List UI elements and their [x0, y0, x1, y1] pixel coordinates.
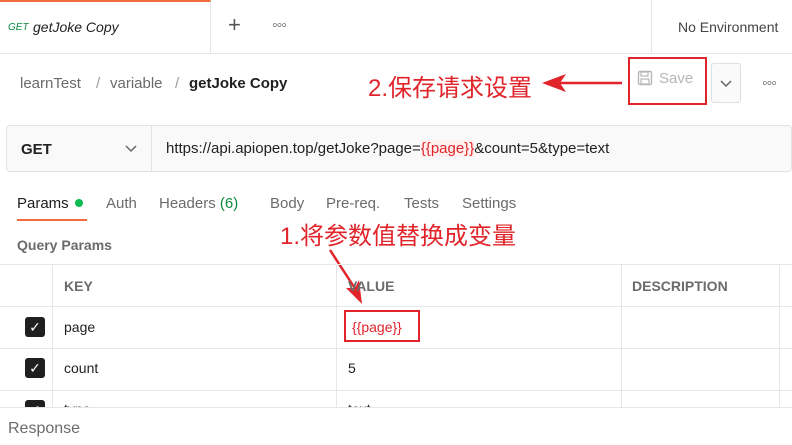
chevron-down-icon [720, 80, 732, 88]
save-disk-icon [637, 70, 653, 86]
param-key[interactable]: count [64, 360, 98, 376]
column-header-description: DESCRIPTION [632, 278, 728, 294]
headers-count: (6) [219, 195, 239, 212]
new-tab-plus-icon[interactable]: + [228, 14, 241, 36]
column-divider [779, 264, 780, 414]
value-highlight-box [344, 310, 420, 342]
column-header-key: KEY [64, 278, 93, 294]
active-tab-underline [17, 219, 87, 221]
save-dropdown-button[interactable] [711, 63, 741, 103]
response-label: Response [8, 420, 81, 437]
save-button[interactable]: Save [637, 70, 693, 87]
tab-settings[interactable]: Settings [462, 195, 516, 212]
more-options-icon[interactable]: ◦◦◦ [762, 75, 777, 93]
annotation-step2: 2.保存请求设置 [368, 75, 533, 102]
tab-headers-label: Headers [159, 195, 216, 212]
row-checkbox[interactable]: ✓ [25, 317, 45, 337]
query-params-title: Query Params [17, 237, 112, 253]
param-value[interactable]: 5 [348, 360, 356, 376]
column-divider [52, 264, 53, 414]
url-variable: {{page}} [420, 140, 475, 157]
response-pane-header[interactable] [0, 407, 792, 445]
url-suffix: &count=5&type=text [474, 140, 610, 157]
params-active-dot-icon [74, 199, 83, 207]
breadcrumb-folder[interactable]: variable [110, 75, 163, 92]
tab-params-label: Params [17, 195, 69, 212]
annotation-step1: 1.将参数值替换成变量 [280, 223, 517, 250]
tab-params[interactable]: Params [17, 195, 83, 212]
table-row [0, 348, 792, 391]
environment-label: No Environment [678, 19, 779, 35]
row-checkbox[interactable]: ✓ [25, 358, 45, 378]
tab-headers[interactable]: Headers (6) [159, 195, 238, 212]
save-label: Save [659, 70, 694, 87]
tab-prereq[interactable]: Pre-req. [326, 195, 380, 212]
tab-auth[interactable]: Auth [106, 195, 137, 212]
method-chevron-down-icon [125, 145, 137, 153]
tab-title: getJoke Copy [33, 19, 119, 35]
tab-tests[interactable]: Tests [404, 195, 439, 212]
tab-body[interactable]: Body [270, 195, 304, 212]
method-label: GET [21, 141, 52, 158]
column-divider [621, 264, 622, 414]
url-input[interactable]: https://api.apiopen.top/getJoke?page={{p… [166, 140, 609, 157]
tab-more-icon[interactable]: ◦◦◦ [272, 17, 287, 35]
breadcrumb-current: getJoke Copy [189, 75, 288, 92]
param-key[interactable]: page [64, 319, 95, 335]
column-divider [336, 264, 337, 414]
annotation-arrow-left-icon [542, 74, 622, 92]
column-header-value: VALUE [348, 278, 395, 294]
url-prefix: https://api.apiopen.top/getJoke?page= [166, 140, 421, 157]
tab-method-badge: GET [8, 22, 29, 33]
breadcrumb-collection[interactable]: learnTest [20, 75, 81, 92]
environment-selector[interactable]: No Environment [651, 0, 792, 53]
breadcrumb-separator: / [175, 75, 180, 92]
breadcrumb-separator: / [96, 75, 101, 92]
